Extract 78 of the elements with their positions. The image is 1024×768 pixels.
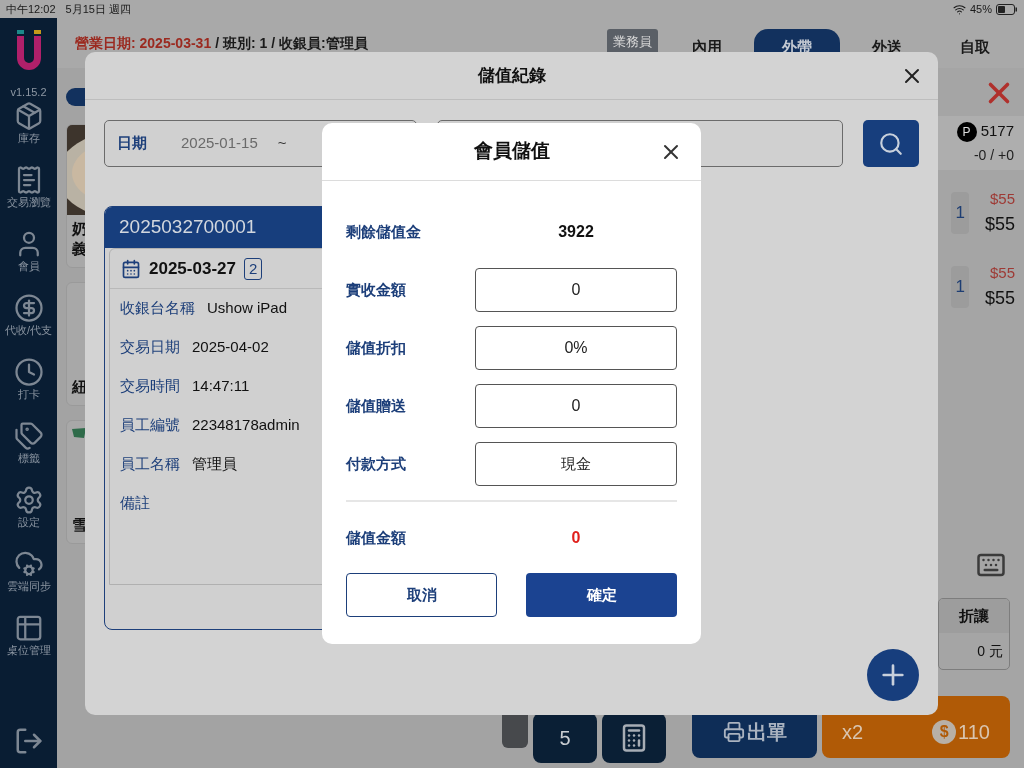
field-value: 14:47:11: [192, 376, 250, 397]
confirm-button[interactable]: 確定: [526, 573, 677, 617]
field-label: 收銀台名稱: [120, 298, 195, 319]
sidebar-item[interactable]: 交易瀏覽: [6, 164, 51, 208]
field-value: Ushow iPad: [207, 298, 288, 319]
field-label: 儲值金額: [346, 527, 407, 548]
tag-icon: [13, 420, 44, 451]
battery-level: 45%: [969, 1, 992, 17]
field-label: 交易時間: [120, 376, 180, 397]
input-field[interactable]: 0%: [475, 326, 677, 370]
item-price: $55: [984, 286, 1015, 310]
input-field[interactable]: 0: [475, 268, 677, 312]
calculator-button[interactable]: [602, 713, 666, 763]
status-time: 中午12:02: [6, 1, 56, 17]
topup-amount: 0: [570, 528, 582, 548]
sidebar-item[interactable]: 會員: [13, 228, 44, 272]
item-price: $55: [984, 212, 1015, 236]
sidebar-item[interactable]: 打卡: [13, 356, 44, 400]
field-label: 交易日期: [120, 337, 180, 358]
version-label: v1.15.2: [10, 85, 47, 100]
sidebar-item[interactable]: 標籤: [13, 420, 44, 464]
total-amount: 110: [958, 720, 990, 745]
sidebar-item[interactable]: 桌位管理: [6, 612, 51, 656]
dialog-title: 儲值紀錄: [477, 64, 546, 87]
search-icon: [878, 130, 904, 157]
discount-label: 折讓: [939, 599, 1009, 633]
input-field[interactable]: 0: [475, 384, 677, 428]
staff-button[interactable]: 業務員: [607, 29, 658, 55]
field-label: 備註: [120, 493, 150, 514]
field-value: 22348178admin: [192, 415, 300, 436]
sidebar-item[interactable]: 代收/代支: [4, 292, 53, 336]
order-type-tab[interactable]: 自取: [934, 29, 1016, 61]
number-button[interactable]: 5: [533, 713, 597, 763]
record-date: 2025-03-27: [149, 257, 236, 280]
logo-icon: [71, 427, 87, 439]
points-change: -0 / +0: [973, 145, 1014, 165]
sidebar-item[interactable]: 雲端同步: [6, 548, 51, 592]
dialog-title: 會員儲值: [473, 139, 550, 164]
add-button[interactable]: [867, 649, 919, 701]
status-date: 5月15日 週四: [65, 1, 131, 17]
start-date: 2025-01-15: [181, 133, 258, 154]
calendar-icon: [121, 258, 141, 279]
date-separator: ~: [277, 133, 287, 154]
field-value: 2025-04-02: [192, 337, 269, 358]
field-label: 剩餘儲值金: [346, 221, 422, 242]
clock-icon: [13, 356, 44, 387]
cancel-button[interactable]: 取消: [346, 573, 497, 617]
points-badge: P: [956, 121, 977, 142]
business-date: 營業日期: 2025-03-31: [75, 33, 212, 53]
shift-info: / 班別: 1 / 收銀員:管理員: [215, 33, 368, 53]
discount-box[interactable]: 折讓 0 元: [938, 598, 1010, 670]
field-label: 儲值贈送: [346, 395, 407, 416]
sidebar-item[interactable]: 庫存: [13, 100, 44, 144]
wifi-icon: [952, 2, 966, 16]
coin-icon: $: [932, 720, 957, 744]
original-price: $55: [989, 189, 1015, 210]
item-count: x2: [842, 720, 864, 745]
battery-icon: [996, 3, 1018, 15]
product-name: 雪: [72, 515, 87, 535]
field-label: 員工編號: [120, 415, 180, 436]
field-label: 付款方式: [346, 453, 407, 474]
date-label: 日期: [117, 133, 147, 154]
quantity-label: 1: [951, 192, 969, 234]
quantity-label: 1: [951, 266, 969, 308]
balance-value: 3922: [557, 222, 595, 242]
dollar-icon: [13, 292, 44, 323]
field-value: 管理員: [192, 454, 237, 475]
sidebar-item[interactable]: 設定: [13, 484, 44, 528]
field-label: 員工名稱: [120, 454, 180, 475]
original-price: $55: [989, 263, 1015, 284]
field-label: 儲值折扣: [346, 337, 407, 358]
payment-select[interactable]: 現金: [475, 442, 677, 486]
field-label: 實收金額: [346, 279, 407, 300]
search-button[interactable]: [863, 120, 919, 167]
points-value: 5177: [980, 121, 1014, 142]
printer-icon: [722, 721, 745, 743]
discount-value: 0 元: [976, 641, 1004, 661]
record-count: 2: [243, 257, 263, 280]
